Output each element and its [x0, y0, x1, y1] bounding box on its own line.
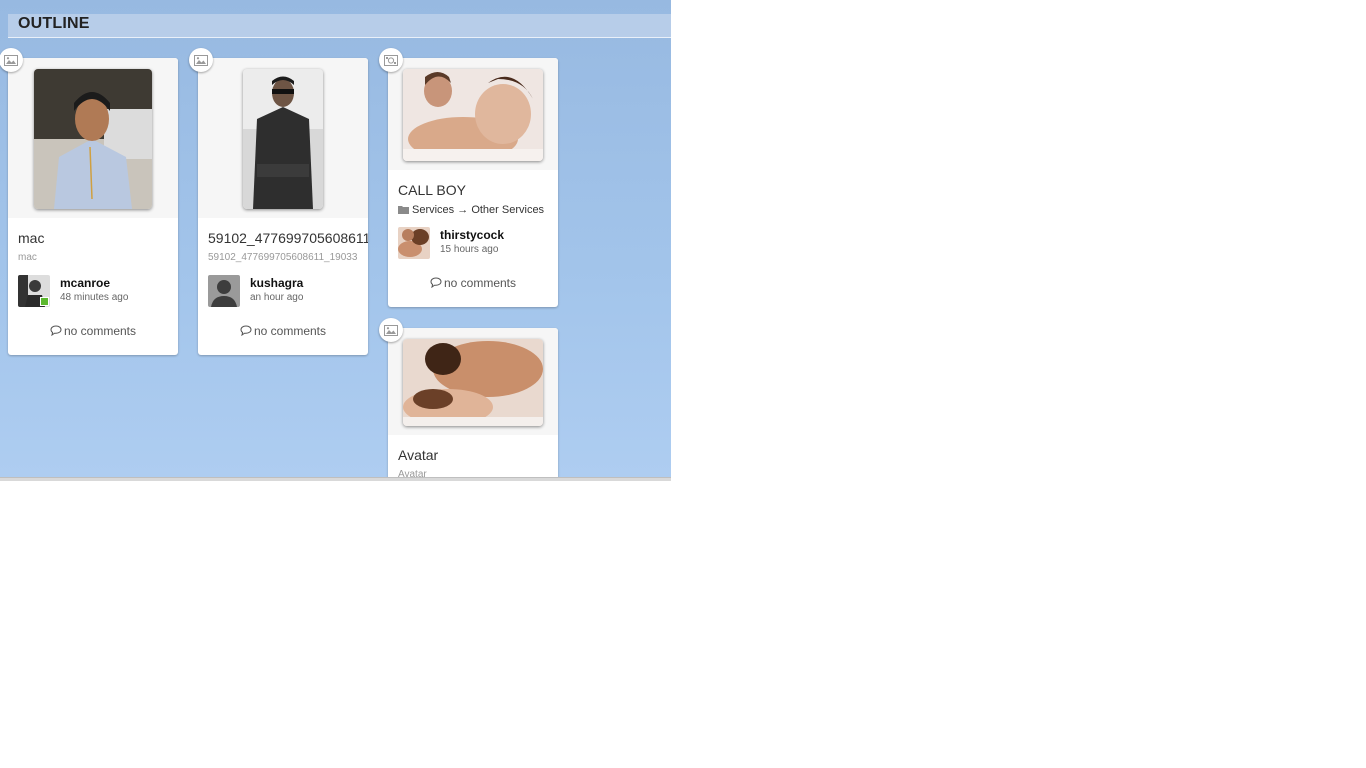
comments-count: no comments [253, 324, 327, 338]
post-card[interactable]: CALL BOY Services → Other Services thirs… [388, 58, 558, 307]
post-card[interactable]: mac mac mcanroe 48 minutes ago no commen… [8, 58, 178, 355]
author-name[interactable]: thirstycock [440, 228, 504, 242]
post-card[interactable]: Avatar Avatar [388, 328, 558, 477]
post-category[interactable]: Services → Other Services [398, 204, 544, 216]
comment-icon [240, 325, 252, 337]
post-thumbnail[interactable] [243, 69, 323, 209]
post-thumbnail[interactable] [403, 339, 543, 426]
post-card[interactable]: 59102_477699705608611 59102_477699705608… [198, 58, 368, 355]
frame-scrollbar-edge [0, 477, 671, 481]
comments-count: no comments [443, 276, 517, 290]
category-arrow: → [457, 204, 469, 216]
avatar[interactable] [18, 275, 50, 307]
money-icon [379, 48, 403, 72]
post-title[interactable]: CALL BOY [398, 182, 466, 198]
post-thumbnail[interactable] [403, 69, 543, 161]
comments-link[interactable]: no comments [198, 324, 368, 338]
comments-count: no comments [63, 324, 137, 338]
image-icon [379, 318, 403, 342]
post-thumbnail[interactable] [34, 69, 152, 209]
author-name[interactable]: kushagra [250, 276, 303, 290]
comment-icon [430, 277, 442, 289]
section-title: OUTLINE [18, 15, 90, 32]
post-subtitle: Avatar [398, 469, 427, 477]
post-time: 15 hours ago [440, 244, 499, 255]
thumbnail-area [388, 328, 558, 435]
category-parent[interactable]: Services [412, 204, 454, 216]
image-icon [0, 48, 23, 72]
post-title[interactable]: Avatar [398, 447, 438, 463]
folder-icon [398, 206, 409, 214]
online-status-indicator [40, 297, 49, 306]
post-time: 48 minutes ago [60, 292, 129, 303]
post-title[interactable]: mac [18, 230, 44, 246]
thumbnail-area [388, 58, 558, 170]
thumbnail-area [198, 58, 368, 218]
comment-icon [50, 325, 62, 337]
post-title[interactable]: 59102_477699705608611 [208, 230, 368, 246]
avatar[interactable] [208, 275, 240, 307]
thumbnail-area [8, 58, 178, 218]
author-name[interactable]: mcanroe [60, 276, 110, 290]
image-icon [189, 48, 213, 72]
comments-link[interactable]: no comments [8, 324, 178, 338]
comments-link[interactable]: no comments [388, 276, 558, 290]
avatar[interactable] [398, 227, 430, 259]
post-subtitle: mac [18, 252, 37, 263]
content-frame: OUTLINE mac mac mcanroe 48 minutes ago n… [0, 0, 671, 477]
post-subtitle: 59102_477699705608611_19033 [208, 252, 358, 263]
section-header: OUTLINE [8, 14, 671, 38]
post-time: an hour ago [250, 292, 304, 303]
category-child[interactable]: Other Services [471, 204, 544, 216]
